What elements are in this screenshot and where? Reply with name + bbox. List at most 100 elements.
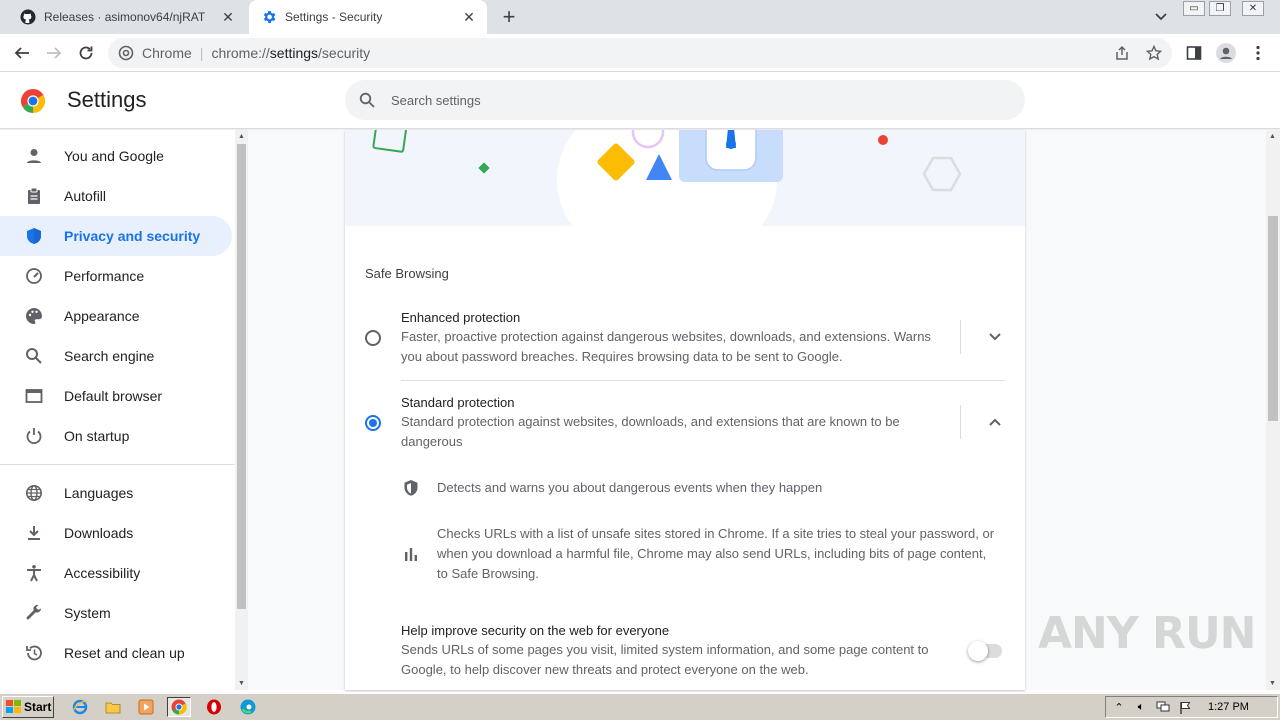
- sidebar-item-you-and-google[interactable]: You and Google: [0, 136, 232, 176]
- windows-logo-icon: [6, 700, 21, 713]
- internet-explorer-icon[interactable]: [68, 697, 92, 717]
- person-icon: [24, 146, 44, 166]
- sidebar-item-label: Reset and clean up: [64, 645, 185, 661]
- sidebar-item-autofill[interactable]: Autofill: [0, 176, 232, 216]
- settings-search[interactable]: [345, 80, 1025, 120]
- tab-title: Releases · asimonov64/njRAT: [44, 10, 206, 24]
- scroll-down-arrow-icon[interactable]: ▼: [235, 677, 248, 689]
- chevron-down-icon[interactable]: [985, 327, 1005, 347]
- new-tab-button[interactable]: +: [498, 4, 520, 29]
- help-improve-label: Help improve security on the web for eve…: [401, 623, 670, 638]
- volume-icon[interactable]: 🔈︎: [1132, 699, 1150, 715]
- sidebar-item-on-startup[interactable]: On startup: [0, 416, 232, 456]
- chrome-taskbar-icon[interactable]: [167, 697, 191, 717]
- profile-avatar-icon[interactable]: [1214, 41, 1238, 65]
- browser-window-icon: [24, 386, 44, 406]
- back-arrow-icon[interactable]: [10, 41, 34, 65]
- standard-protection-radio[interactable]: [365, 415, 381, 431]
- browser-toolbar: Chrome | chrome://settings/security: [0, 34, 1280, 72]
- sidebar-item-label: Downloads: [64, 525, 134, 541]
- chrome-site-icon: [118, 45, 134, 61]
- forward-arrow-icon[interactable]: [42, 41, 66, 65]
- minimize-icon[interactable]: ▭: [1183, 1, 1205, 16]
- globe-icon: [24, 483, 44, 503]
- sidebar-item-accessibility[interactable]: Accessibility: [0, 553, 232, 593]
- side-panel-icon[interactable]: [1182, 41, 1206, 65]
- edge-icon[interactable]: [236, 697, 260, 717]
- tab-title: Settings - Security: [285, 10, 383, 24]
- page-title: Settings: [67, 87, 147, 112]
- sidebar-item-search-engine[interactable]: Search engine: [0, 336, 232, 376]
- scrollbar-thumb[interactable]: [1268, 216, 1278, 421]
- close-window-icon[interactable]: ✕: [1242, 1, 1264, 16]
- start-label: Start: [24, 700, 52, 714]
- standard-detail-2: Checks URLs with a list of unsafe sites …: [437, 526, 995, 581]
- tray-expand-icon[interactable]: ⌃: [1110, 699, 1128, 715]
- sidebar-item-privacy-and-security[interactable]: Privacy and security: [0, 216, 232, 256]
- system-tray: ⌃ 🔈︎ 1:27 PM: [1105, 696, 1278, 718]
- shield-check-icon: [401, 478, 421, 498]
- restore-window-icon[interactable]: ❐: [1209, 1, 1231, 16]
- wrench-icon: [24, 603, 44, 623]
- tab-strip: Releases · asimonov64/njRAT ✕ Settings -…: [0, 0, 1280, 34]
- opera-icon[interactable]: [202, 697, 226, 717]
- media-player-icon[interactable]: [134, 697, 158, 717]
- enhanced-protection-label: Enhanced protection: [401, 310, 521, 325]
- scroll-down-arrow-icon[interactable]: ▼: [1266, 677, 1279, 689]
- sidebar-item-label: System: [64, 605, 111, 621]
- sidebar-scrollbar[interactable]: ▲ ▼: [235, 130, 248, 690]
- main-scrollbar[interactable]: ▲ ▼: [1266, 130, 1280, 690]
- sidebar-item-appearance[interactable]: Appearance: [0, 296, 232, 336]
- windows-taskbar: Start ⌃ 🔈︎ 1:27 PM: [0, 693, 1280, 720]
- omnibox-separator: |: [199, 45, 204, 61]
- more-menu-icon[interactable]: [1246, 41, 1270, 65]
- sidebar-item-system[interactable]: System: [0, 593, 232, 633]
- sidebar-item-downloads[interactable]: Downloads: [0, 513, 232, 553]
- sidebar-item-label: On startup: [64, 428, 130, 444]
- taskbar-clock[interactable]: 1:27 PM: [1208, 701, 1249, 713]
- chevron-up-icon[interactable]: [985, 412, 1005, 432]
- sidebar-item-default-browser[interactable]: Default browser: [0, 376, 232, 416]
- close-tab-icon[interactable]: ✕: [218, 7, 238, 27]
- anyrun-watermark: ANY RUN: [1038, 608, 1256, 659]
- start-button[interactable]: Start: [2, 696, 54, 718]
- bookmark-star-icon[interactable]: [1142, 41, 1166, 65]
- scroll-up-arrow-icon[interactable]: ▲: [1266, 130, 1279, 142]
- sidebar-item-reset-and-clean-up[interactable]: Reset and clean up: [0, 633, 232, 673]
- safe-browsing-heading: Safe Browsing: [365, 266, 449, 281]
- search-icon: [24, 346, 44, 366]
- file-explorer-icon[interactable]: [101, 697, 125, 717]
- network-icon[interactable]: [1154, 699, 1172, 715]
- share-icon[interactable]: [1110, 41, 1134, 65]
- search-input[interactable]: [391, 92, 991, 108]
- address-bar[interactable]: Chrome | chrome://settings/security: [108, 38, 1172, 68]
- standard-detail-1: Detects and warns you about dangerous ev…: [437, 480, 823, 495]
- help-improve-description: Sends URLs of some pages you visit, limi…: [401, 642, 929, 677]
- gauge-icon: [24, 266, 44, 286]
- enhanced-protection-description: Faster, proactive protection against dan…: [401, 329, 931, 364]
- enhanced-protection-radio[interactable]: [365, 330, 381, 346]
- tab-settings-security[interactable]: Settings - Security ✕: [249, 0, 487, 34]
- url-text: chrome://settings/security: [211, 45, 371, 61]
- sidebar-item-label: Search engine: [64, 348, 155, 364]
- option-divider: [401, 380, 1005, 381]
- sidebar-item-label: You and Google: [64, 148, 164, 164]
- restore-icon: [24, 643, 44, 663]
- sidebar-item-label: Languages: [64, 485, 134, 501]
- download-icon: [24, 523, 44, 543]
- flag-icon[interactable]: [1176, 699, 1194, 715]
- reload-icon[interactable]: [74, 41, 98, 65]
- scrollbar-thumb[interactable]: [237, 144, 246, 609]
- tab-github-releases[interactable]: Releases · asimonov64/njRAT ✕: [8, 0, 246, 34]
- sidebar-divider: [0, 464, 235, 465]
- sidebar-item-languages[interactable]: Languages: [0, 473, 232, 513]
- close-tab-icon[interactable]: ✕: [459, 7, 479, 27]
- accessibility-icon: [24, 563, 44, 583]
- sidebar-item-label: Privacy and security: [64, 228, 201, 244]
- sidebar-item-performance[interactable]: Performance: [0, 256, 232, 296]
- scroll-up-arrow-icon[interactable]: ▲: [235, 130, 248, 142]
- chevron-down-icon[interactable]: [1152, 8, 1170, 26]
- help-improve-toggle[interactable]: [968, 641, 1002, 661]
- github-icon: [20, 9, 36, 25]
- sidebar-item-label: Autofill: [64, 188, 107, 204]
